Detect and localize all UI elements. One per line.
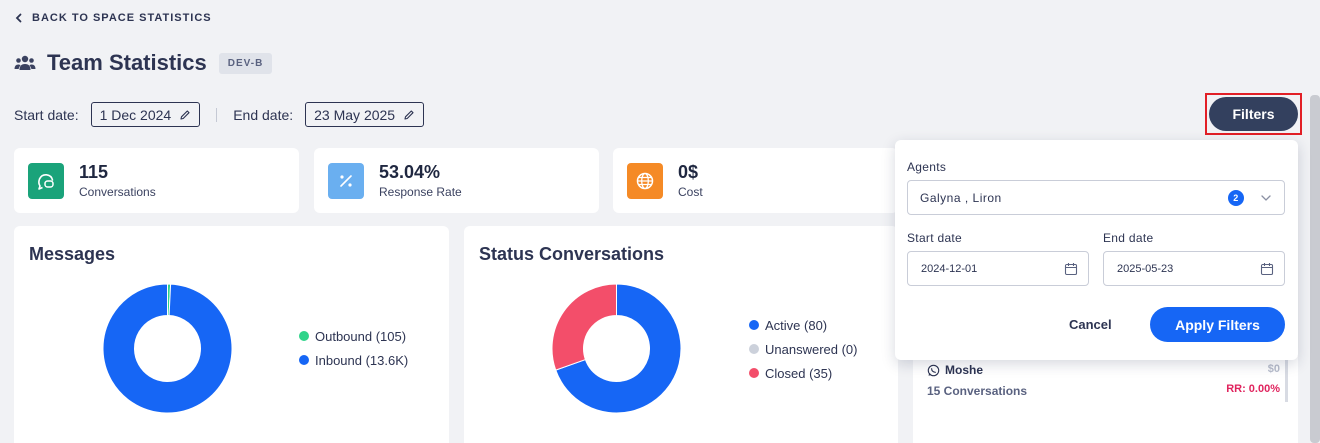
status-legend: Active (80) Unanswered (0) Closed (35) (749, 313, 858, 385)
agents-select[interactable]: Galyna , Liron 2 (907, 180, 1285, 215)
agent-name-text: Moshe (945, 363, 984, 377)
status-conversations-panel: Status Conversations Active (80) Unanswe… (464, 226, 898, 443)
date-range: Start date: 1 Dec 2024 End date: 23 May … (14, 102, 425, 127)
end-date-value: 23 May 2025 (314, 106, 396, 123)
chevron-left-icon (15, 13, 22, 23)
filter-popover: Agents Galyna , Liron 2 Start date 2024-… (895, 140, 1298, 360)
response-rate-value: 53.04% (379, 162, 441, 182)
filters-button[interactable]: Filters (1209, 97, 1298, 131)
legend-item-active[interactable]: Active (80) (749, 313, 858, 337)
closed-dot (749, 368, 759, 378)
donut-slice[interactable] (551, 283, 617, 371)
filters-button-highlight: Filters (1205, 93, 1302, 135)
pencil-icon (404, 109, 414, 120)
pencil-icon (180, 109, 190, 120)
page-header: Team Statistics DEV-B (14, 50, 273, 76)
agents-select-value: Galyna , Liron (920, 190, 1002, 205)
messages-donut-chart (102, 283, 233, 414)
start-date-field-label: Start date (907, 231, 963, 245)
calendar-icon[interactable] (1064, 262, 1078, 276)
donut-slice[interactable] (102, 283, 233, 414)
legend-item-closed[interactable]: Closed (35) (749, 361, 858, 385)
status-title: Status Conversations (479, 244, 665, 264)
agent-conversations: 15 Conversations (927, 384, 1028, 398)
cancel-button[interactable]: Cancel (1069, 317, 1112, 332)
agent-list-scrollbar[interactable] (1285, 356, 1288, 402)
conversations-label: Conversations (79, 185, 156, 199)
legend-label: Outbound (105) (315, 328, 407, 344)
unanswered-dot (749, 344, 759, 354)
legend-label: Active (80) (765, 317, 828, 333)
stat-card-response-rate: 53.04% Response Rate (314, 148, 599, 213)
agent-card: Moshe $0 15 Conversations RR: 0.00% (913, 356, 1298, 443)
outbound-dot (299, 331, 309, 341)
status-donut-chart (551, 283, 682, 414)
agent-cost: $0 (1267, 363, 1280, 375)
legend-label: Closed (35) (765, 365, 833, 381)
inbound-dot (299, 355, 309, 365)
end-date-field-label: End date (1103, 231, 1154, 245)
start-date-button[interactable]: 1 Dec 2024 (90, 102, 201, 127)
start-date-value: 1 Dec 2024 (99, 106, 172, 123)
agents-count-badge: 2 (1228, 189, 1244, 206)
whatsapp-icon (927, 364, 940, 376)
legend-item-inbound[interactable]: Inbound (13.6K) (299, 348, 408, 372)
page-scrollbar[interactable] (1310, 95, 1320, 443)
team-badge: DEV-B (218, 52, 273, 74)
conversations-value: 115 (79, 162, 109, 182)
agents-label: Agents (907, 160, 947, 174)
team-icon (14, 55, 36, 70)
date-divider (216, 107, 218, 122)
active-dot (749, 320, 759, 330)
agent-name: Moshe (927, 363, 983, 377)
cost-label: Cost (678, 185, 703, 199)
agent-response-rate: RR: 0.00% (1226, 383, 1280, 395)
end-date-input-value: 2025-05-23 (1117, 262, 1174, 275)
legend-item-unanswered[interactable]: Unanswered (0) (749, 337, 858, 361)
messages-legend: Outbound (105) Inbound (13.6K) (299, 324, 408, 372)
legend-item-outbound[interactable]: Outbound (105) (299, 324, 408, 348)
start-date-input-value: 2024-12-01 (921, 262, 978, 275)
legend-label: Unanswered (0) (765, 341, 858, 357)
back-to-space-statistics-link[interactable]: BACK TO SPACE STATISTICS (14, 12, 212, 24)
end-date-button[interactable]: 23 May 2025 (305, 102, 425, 127)
messages-panel: Messages Outbound (105) Inbound (13.6K) (14, 226, 449, 443)
start-date-input[interactable]: 2024-12-01 (907, 251, 1089, 286)
globe-icon (627, 162, 663, 199)
conversations-icon (28, 162, 64, 199)
cost-value: 0$ (678, 162, 699, 182)
start-date-label: Start date: (14, 106, 79, 123)
end-date-input[interactable]: 2025-05-23 (1103, 251, 1285, 286)
calendar-icon[interactable] (1260, 262, 1274, 276)
page-title: Team Statistics (47, 50, 207, 75)
messages-title: Messages (29, 244, 116, 264)
percent-icon (328, 162, 364, 199)
response-rate-label: Response Rate (379, 185, 462, 199)
legend-label: Inbound (13.6K) (315, 352, 409, 368)
stat-card-cost: 0$ Cost (613, 148, 898, 213)
end-date-label: End date: (233, 106, 294, 123)
chevron-down-icon (1261, 194, 1271, 201)
stat-card-conversations: 115 Conversations (14, 148, 299, 213)
back-link-label: BACK TO SPACE STATISTICS (32, 12, 212, 24)
apply-filters-button[interactable]: Apply Filters (1150, 307, 1285, 342)
